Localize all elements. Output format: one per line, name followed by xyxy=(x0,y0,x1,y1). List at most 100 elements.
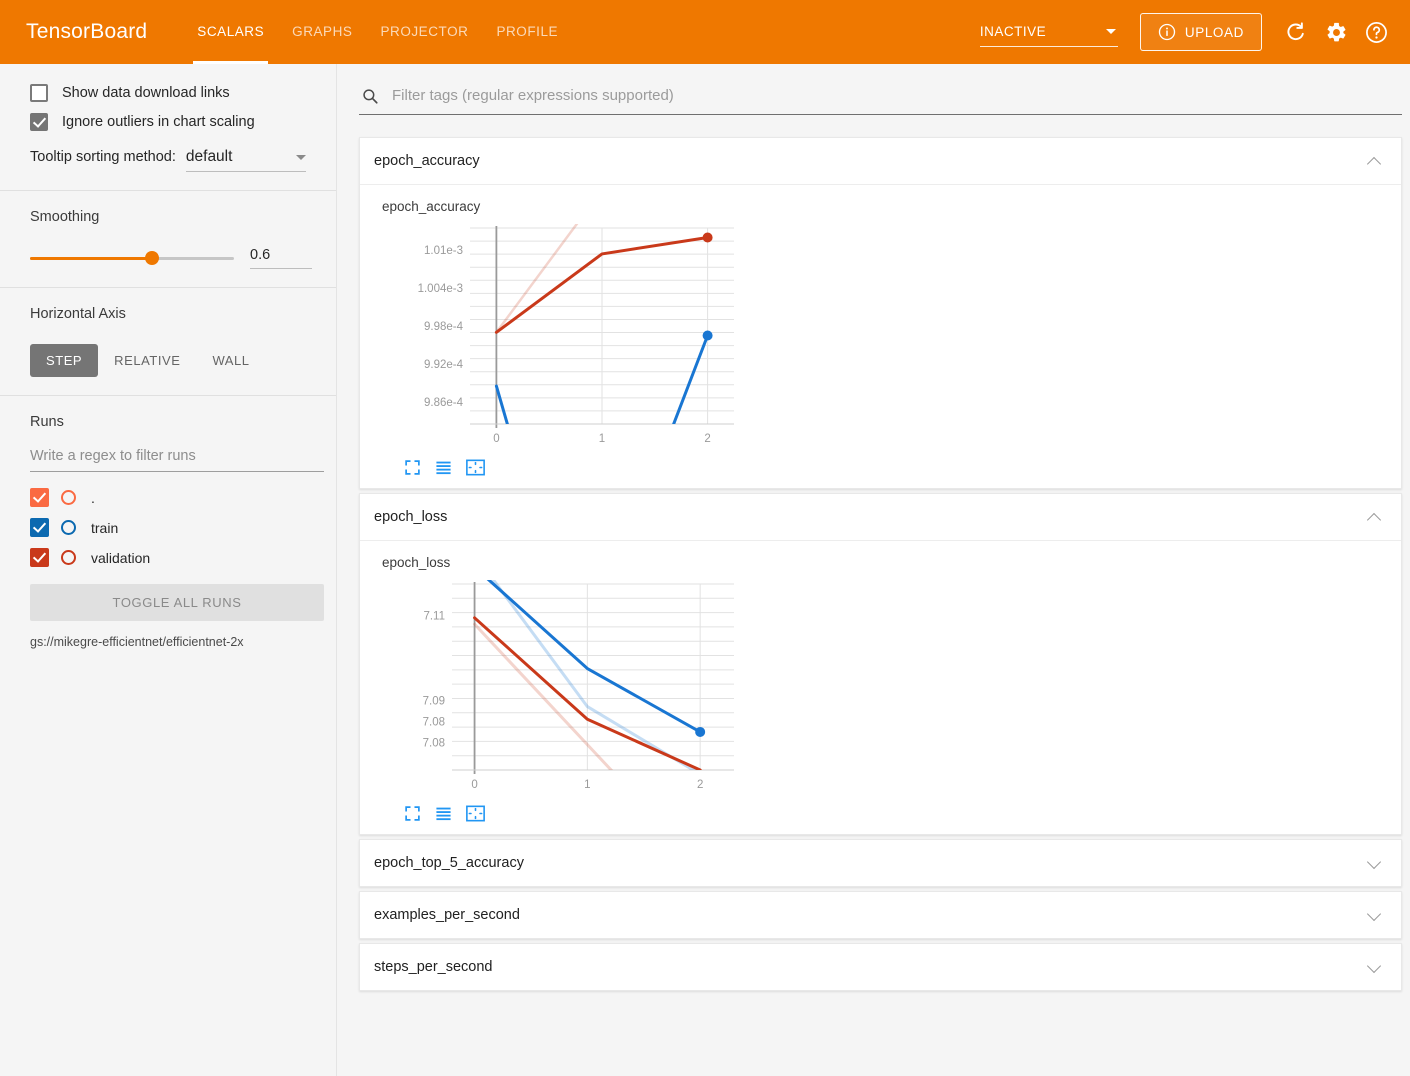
run-checkbox[interactable] xyxy=(30,488,49,507)
fit-domain-icon[interactable] xyxy=(466,459,485,476)
run-label: . xyxy=(91,489,95,506)
expand-icon[interactable] xyxy=(404,459,421,476)
main-content: epoch_accuracy epoch_accuracy 1.01e-31.0… xyxy=(337,64,1410,1076)
toggle-all-runs-button[interactable]: TOGGLE ALL RUNS xyxy=(30,584,324,621)
run-item-validation[interactable]: validation xyxy=(30,548,324,567)
card-title: steps_per_second xyxy=(374,959,493,975)
card-body-epoch-loss: epoch_loss 7.11 7.09 7.08 7.08 0 1 2 xyxy=(360,540,1401,834)
svg-text:0: 0 xyxy=(471,779,477,791)
svg-text:2: 2 xyxy=(704,433,710,445)
ignore-outliers-label: Ignore outliers in chart scaling xyxy=(62,114,255,130)
tooltip-sorting-select[interactable]: default xyxy=(185,148,306,172)
reload-status-select[interactable]: INACTIVE xyxy=(979,17,1118,47)
run-label: validation xyxy=(91,549,151,566)
chevron-up-icon[interactable] xyxy=(1367,154,1382,169)
svg-text:9.98e-4: 9.98e-4 xyxy=(424,321,464,333)
run-color-circle-icon[interactable] xyxy=(61,550,76,565)
run-item-dot[interactable]: . xyxy=(30,488,324,507)
run-item-train[interactable]: train xyxy=(30,518,324,537)
smoothing-title: Smoothing xyxy=(30,209,100,225)
app-header: TensorBoard SCALARS GRAPHS PROJECTOR PRO… xyxy=(0,0,1410,64)
show-download-links-row[interactable]: Show data download links xyxy=(30,84,312,102)
card-epoch-top-5-accuracy: epoch_top_5_accuracy xyxy=(359,839,1402,887)
chevron-down-icon xyxy=(295,154,306,160)
svg-text:7.08: 7.08 xyxy=(423,716,445,728)
chart-epoch-loss[interactable]: 7.11 7.09 7.08 7.08 0 1 2 xyxy=(382,576,1401,801)
chart-title: epoch_loss xyxy=(382,555,451,570)
chevron-down-icon[interactable] xyxy=(1367,856,1382,871)
logdir-path: gs://mikegre-efficientnet/efficientnet-2… xyxy=(30,635,244,649)
svg-text:9.92e-4: 9.92e-4 xyxy=(424,359,464,371)
tooltip-sorting-label: Tooltip sorting method: xyxy=(30,149,176,165)
run-checkbox[interactable] xyxy=(30,518,49,537)
smoothing-value-input[interactable]: 0.6 xyxy=(250,247,312,269)
tab-projector[interactable]: PROJECTOR xyxy=(366,0,482,64)
smoothing-slider-thumb[interactable] xyxy=(145,251,160,265)
chevron-down-icon[interactable] xyxy=(1367,908,1382,923)
svg-text:1.01e-3: 1.01e-3 xyxy=(424,245,463,257)
chart-svg[interactable]: 1.01e-3 1.004e-3 9.98e-4 9.92e-4 9.86e-4 0 1 2 xyxy=(382,220,742,450)
card-body-epoch-accuracy: epoch_accuracy 1.01e-3 1.004e-3 9.98e-4 9.9… xyxy=(360,184,1401,488)
svg-text:2: 2 xyxy=(697,779,703,791)
axis-option-wall[interactable]: WALL xyxy=(196,344,265,377)
chevron-up-icon[interactable] xyxy=(1367,510,1382,525)
card-header-examples-per-second[interactable]: examples_per_second xyxy=(360,892,1401,938)
run-color-circle-icon[interactable] xyxy=(61,490,76,505)
show-download-links-checkbox[interactable] xyxy=(30,84,48,102)
tooltip-sorting-row: Tooltip sorting method: default xyxy=(30,148,312,172)
chevron-down-icon[interactable] xyxy=(1367,960,1382,975)
help-button[interactable] xyxy=(1356,12,1396,52)
expand-icon[interactable] xyxy=(404,805,421,822)
card-header-epoch-loss[interactable]: epoch_loss xyxy=(360,494,1401,540)
chart-epoch-accuracy[interactable]: 1.01e-3 1.004e-3 9.98e-4 9.92e-4 9.86e-4 0 1 2 xyxy=(382,220,1401,455)
help-icon xyxy=(1365,21,1387,43)
axis-option-relative[interactable]: RELATIVE xyxy=(98,344,196,377)
horizontal-axis-section: Horizontal Axis STEP RELATIVE WALL xyxy=(0,288,336,391)
card-title: epoch_loss xyxy=(374,509,448,525)
axis-option-step[interactable]: STEP xyxy=(30,344,99,377)
chart-toolbar xyxy=(382,801,1401,822)
card-title: epoch_accuracy xyxy=(374,153,480,169)
smoothing-slider[interactable] xyxy=(30,251,234,265)
stack-lines-icon[interactable] xyxy=(435,459,452,476)
tab-graphs[interactable]: GRAPHS xyxy=(278,0,366,64)
fit-domain-icon[interactable] xyxy=(466,805,485,822)
info-icon xyxy=(1158,23,1176,41)
smoothing-control: 0.6 xyxy=(30,247,312,269)
card-header-epoch-accuracy[interactable]: epoch_accuracy xyxy=(360,138,1401,184)
ignore-outliers-row[interactable]: Ignore outliers in chart scaling xyxy=(30,113,312,131)
stack-lines-icon[interactable] xyxy=(435,805,452,822)
gear-icon xyxy=(1327,22,1345,41)
runs-section: Runs . train validation TOGGLE ALL RUNS … xyxy=(0,396,336,663)
app-brand: TensorBoard xyxy=(26,20,148,43)
svg-text:7.11: 7.11 xyxy=(423,611,445,623)
show-download-links-label: Show data download links xyxy=(62,85,230,101)
run-checkbox[interactable] xyxy=(30,548,49,567)
card-steps-per-second: steps_per_second xyxy=(359,943,1402,991)
svg-text:1: 1 xyxy=(584,779,590,791)
refresh-button[interactable] xyxy=(1276,12,1316,52)
chart-toolbar xyxy=(382,455,1401,476)
card-epoch-accuracy: epoch_accuracy epoch_accuracy 1.01e-3 1.0… xyxy=(359,137,1402,489)
card-header-steps-per-second[interactable]: steps_per_second xyxy=(360,944,1401,990)
svg-text:7.09: 7.09 xyxy=(423,695,445,707)
chart-title: epoch_accuracy xyxy=(382,199,481,214)
horizontal-axis-options: STEP RELATIVE WALL xyxy=(30,344,312,377)
chart-svg[interactable]: 7.11 7.09 7.08 7.08 0 1 2 xyxy=(382,576,742,796)
tab-profile[interactable]: PROFILE xyxy=(482,0,572,64)
settings-button[interactable] xyxy=(1316,12,1356,52)
settings-sidebar: Show data download links Ignore outliers… xyxy=(0,64,337,1076)
tab-scalars[interactable]: SCALARS xyxy=(183,0,278,64)
ignore-outliers-checkbox[interactable] xyxy=(30,113,48,131)
card-title: examples_per_second xyxy=(374,907,520,923)
tag-filter-input[interactable] xyxy=(390,86,1396,105)
card-header-epoch-top-5-accuracy[interactable]: epoch_top_5_accuracy xyxy=(360,840,1401,886)
header-actions: INACTIVE UPLOAD xyxy=(979,12,1396,52)
refresh-icon xyxy=(1287,22,1304,41)
upload-label: UPLOAD xyxy=(1184,24,1244,40)
run-color-circle-icon[interactable] xyxy=(61,520,76,535)
app-body: Show data download links Ignore outliers… xyxy=(0,64,1410,1076)
runs-filter-input[interactable] xyxy=(30,444,324,472)
run-label: train xyxy=(91,519,119,536)
upload-button[interactable]: UPLOAD xyxy=(1139,13,1262,51)
